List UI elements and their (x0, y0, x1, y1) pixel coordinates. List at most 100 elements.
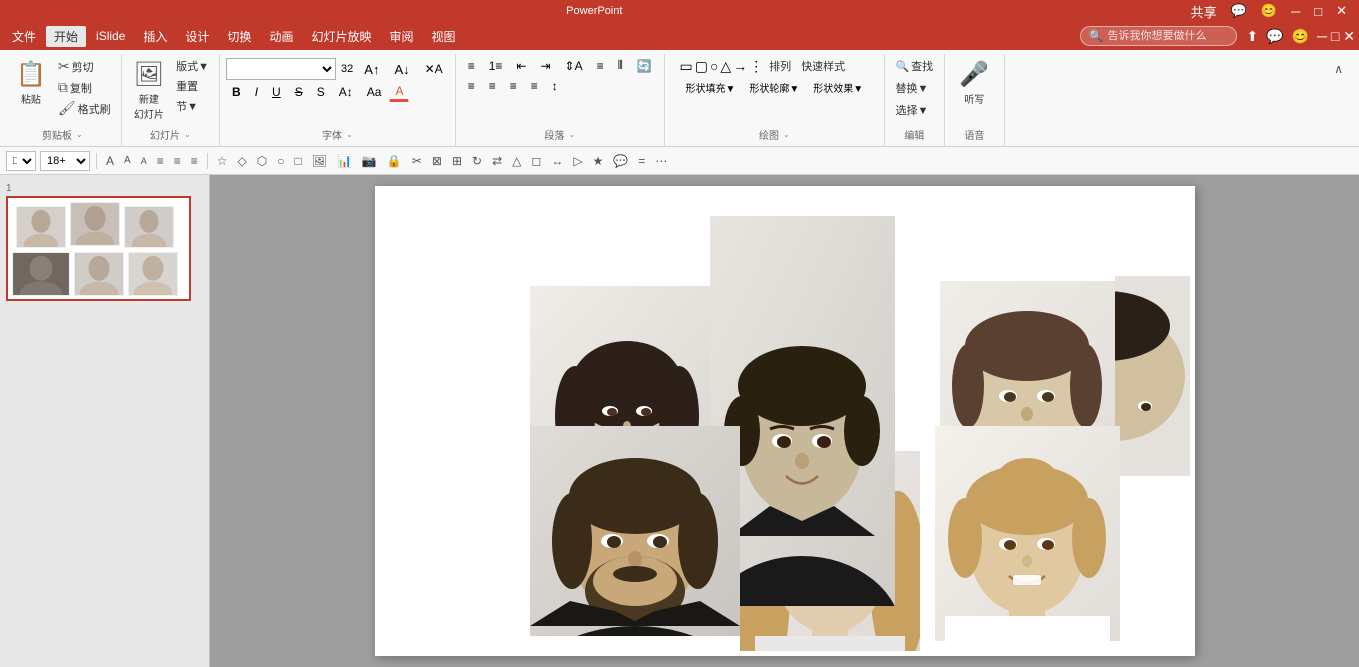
align-left-btn[interactable]: ≡ (462, 77, 481, 95)
align-center-btn[interactable]: ≡ (483, 77, 502, 95)
shape-fill-btn[interactable]: 形状填充▼ (679, 78, 741, 97)
font-color-btn[interactable]: A (389, 82, 409, 102)
paragraph-expand-icon[interactable]: ⌄ (568, 130, 575, 139)
quick-styles-button[interactable]: 快速样式 (797, 56, 849, 76)
arrange-button[interactable]: 排列 (765, 56, 795, 76)
underline-btn[interactable]: U (266, 82, 287, 102)
menu-home[interactable]: 开始 (46, 26, 86, 47)
justify-btn[interactable]: ≡ (525, 77, 544, 95)
rect-icon[interactable]: ▭ (679, 58, 692, 75)
rotate-icon[interactable]: ↻ (469, 153, 485, 169)
user-face-icon[interactable]: 😊 (1292, 28, 1309, 45)
share-label[interactable]: 共享 (1187, 2, 1221, 21)
decrease-font-btn[interactable]: A↓ (388, 60, 415, 79)
line-spacing-btn[interactable]: ↕ (546, 77, 564, 95)
menu-insert[interactable]: 插入 (135, 26, 175, 47)
flip-icon[interactable]: ⇄ (489, 153, 505, 169)
text-large-btn[interactable]: A (103, 153, 117, 169)
rounded-rect-icon[interactable]: ▢ (695, 58, 708, 75)
select-button[interactable]: 选择▼ (891, 100, 932, 120)
close-btn[interactable]: ✕ (1332, 3, 1351, 19)
filter-icon[interactable]: ⊠ (429, 153, 445, 169)
circle-tb-icon[interactable]: ○ (274, 153, 287, 169)
slide-thumbnail[interactable] (6, 196, 191, 301)
arrows-icon[interactable]: ↔ (548, 153, 566, 169)
triangle-icon[interactable]: △ (720, 58, 731, 75)
circle-icon[interactable]: ○ (710, 58, 718, 74)
column-btn[interactable]: ⦀ (612, 56, 629, 75)
decrease-indent-btn[interactable]: ⇤ (510, 57, 532, 75)
share-icon[interactable]: ⬆ (1247, 28, 1259, 45)
collapse-ribbon-btn[interactable]: ∧ (1326, 58, 1351, 80)
align-right-btn[interactable]: ≡ (504, 77, 523, 95)
more-shapes-icon[interactable]: ◻ (528, 153, 544, 169)
menu-islide[interactable]: iSlide (88, 27, 133, 45)
shapes-more[interactable]: ⋮ (749, 58, 763, 75)
menu-file[interactable]: 文件 (4, 26, 44, 47)
chart-icon[interactable]: 📊 (334, 153, 355, 169)
bullet-list-btn[interactable]: ≡ (462, 57, 481, 75)
align-text-btn[interactable]: ≡ (591, 57, 610, 75)
dictate-button[interactable]: 🎤 听写 (953, 56, 995, 110)
italic-btn[interactable]: I (249, 82, 264, 102)
search-box[interactable]: 🔍 (1080, 26, 1237, 46)
photo-6[interactable] (935, 426, 1120, 641)
reset-button[interactable]: 重置 (172, 76, 213, 96)
shape-outline-btn[interactable]: 形状轮廓▼ (743, 78, 805, 97)
lock-icon[interactable]: 🔒 (384, 153, 405, 169)
camera-icon[interactable]: 📷 (359, 153, 380, 169)
diamond-icon[interactable]: ◇ (235, 153, 250, 169)
text-small-btn[interactable]: A (138, 155, 150, 167)
text-medium-btn[interactable]: A (121, 154, 134, 167)
find-button[interactable]: 🔍 查找 (891, 56, 937, 76)
equation-icon[interactable]: = (635, 153, 648, 169)
photo-icon[interactable]: 🖼 (309, 153, 330, 169)
process-icon[interactable]: ▷ (570, 153, 585, 169)
comment-icon[interactable]: 💬 (1227, 3, 1251, 19)
clear-format-btn[interactable]: ✕A (419, 60, 449, 78)
maximize-btn[interactable]: □ (1310, 4, 1326, 19)
star-icon[interactable]: ☆ (214, 153, 231, 169)
slide[interactable] (375, 186, 1195, 656)
arrow-icon[interactable]: → (733, 58, 747, 74)
menu-view[interactable]: 视图 (423, 26, 463, 47)
menu-slideshow[interactable]: 幻灯片放映 (303, 26, 379, 47)
more-icon[interactable]: ⋯ (652, 153, 670, 169)
slides-expand-icon[interactable]: ⌄ (184, 130, 191, 139)
font-expand-icon[interactable]: ⌄ (346, 130, 353, 139)
replace-button[interactable]: 替换▼ (891, 78, 932, 98)
font-case-btn[interactable]: Aa (361, 82, 388, 102)
smartart-btn[interactable]: 🔄 (631, 57, 658, 75)
minimize-btn[interactable]: ─ (1287, 4, 1304, 19)
triangle-tb-icon[interactable]: △ (509, 153, 524, 169)
photo-4[interactable] (530, 426, 740, 636)
menu-animations[interactable]: 动画 (261, 26, 301, 47)
shape-effect-btn[interactable]: 形状效果▼ (807, 78, 869, 97)
window-controls[interactable]: ─ □ ✕ (1317, 28, 1355, 45)
layout-button[interactable]: 版式▼ (172, 56, 213, 76)
star2-icon[interactable]: ★ (590, 153, 607, 169)
font-name-select[interactable] (226, 58, 336, 80)
char-spacing-btn[interactable]: A↕ (333, 82, 359, 102)
comments-icon[interactable]: 💬 (1266, 28, 1283, 45)
search-input[interactable] (1108, 30, 1228, 42)
paste-button[interactable]: 📋 粘贴 (10, 56, 52, 110)
section-button[interactable]: 节▼ (172, 96, 213, 116)
view-select[interactable]: □ (6, 151, 36, 171)
square-tb-icon[interactable]: □ (291, 153, 304, 169)
format-painter-button[interactable]: 🖌 格式刷 (54, 98, 115, 119)
group-icon[interactable]: ⊞ (449, 153, 465, 169)
menu-review[interactable]: 审阅 (381, 26, 421, 47)
align-center-tb-btn[interactable]: ≡ (171, 153, 184, 169)
menu-transitions[interactable]: 切换 (219, 26, 259, 47)
callout-icon[interactable]: 💬 (610, 153, 631, 169)
size-select[interactable]: 18+ (40, 151, 90, 171)
strikethrough-btn[interactable]: S (289, 82, 309, 102)
hexagon-icon[interactable]: ⬡ (254, 153, 270, 169)
crop-icon[interactable]: ✂ (409, 153, 425, 169)
new-slide-button[interactable]: 🖼 新建幻灯片 (128, 56, 170, 125)
align-right-tb-btn[interactable]: ≡ (188, 153, 201, 169)
cut-button[interactable]: ✂ 剪切 (54, 56, 115, 77)
text-direction-btn[interactable]: ⇕A (559, 57, 589, 75)
photo-7[interactable] (1115, 276, 1190, 476)
